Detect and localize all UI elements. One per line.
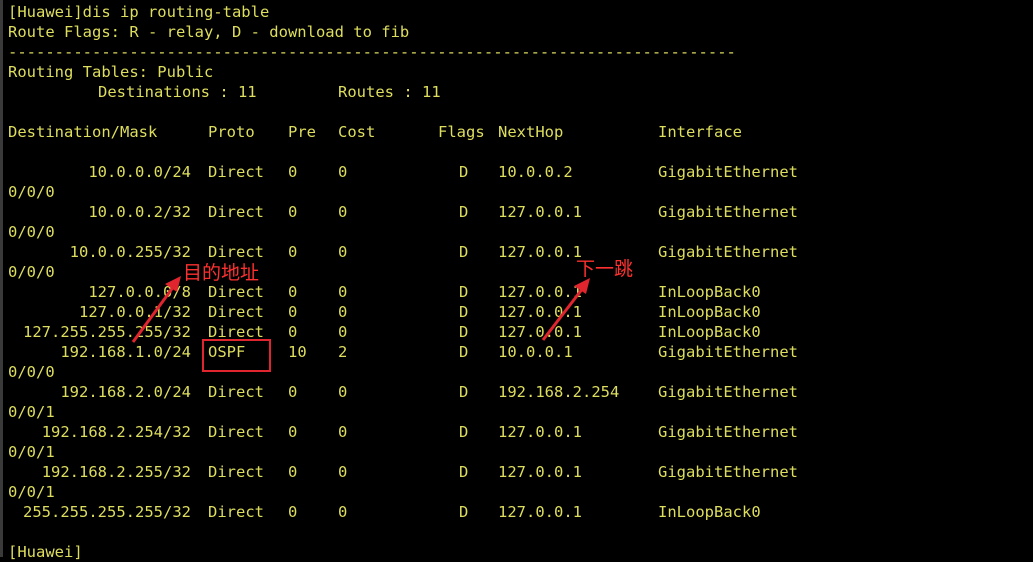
nexthop-arrow — [541, 278, 590, 341]
annotation-arrows — [131, 276, 590, 343]
nexthop-label: 下一跳 — [576, 258, 634, 280]
dest-address-label: 目的地址 — [183, 262, 260, 284]
dest-arrow — [131, 276, 181, 343]
terminal-window[interactable]: [Huawei]dis ip routing-table Route Flags… — [0, 0, 1033, 561]
